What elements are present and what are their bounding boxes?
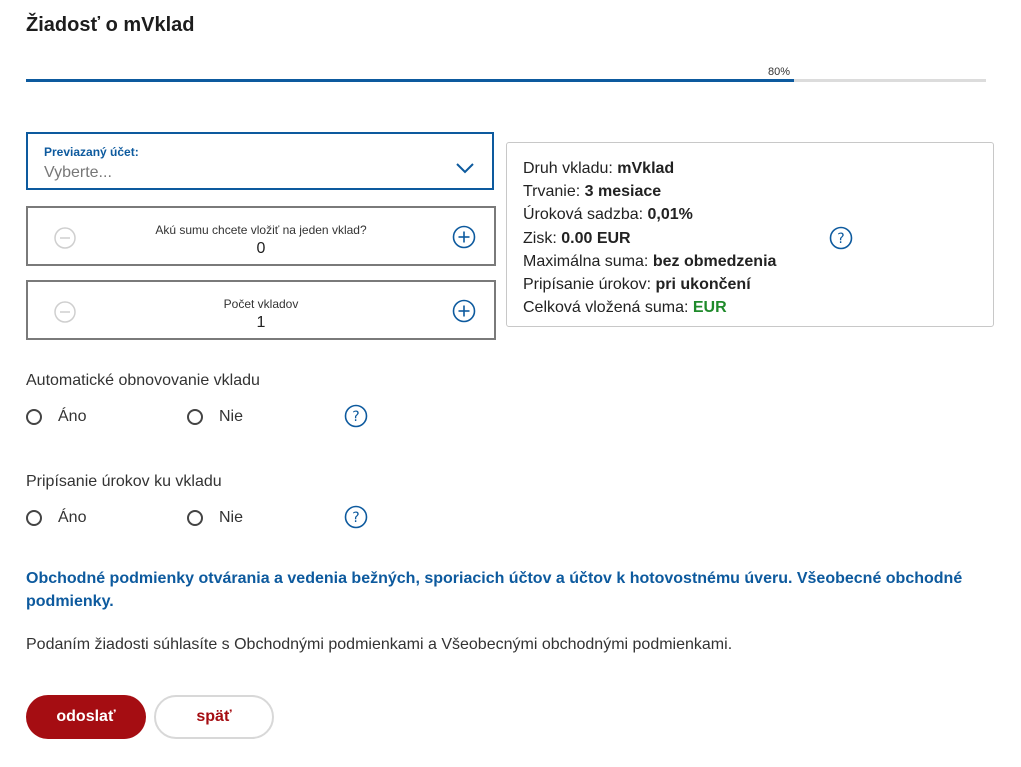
summary-profit: Zisk: 0.00 EUR	[523, 229, 631, 247]
amount-stepper[interactable]: Akú sumu chcete vložiť na jeden vklad? 0	[26, 206, 496, 266]
submit-button[interactable]: odoslať	[26, 695, 146, 739]
back-button[interactable]: späť	[154, 695, 274, 739]
help-icon[interactable]: ?	[344, 505, 368, 529]
summary-interest: Pripísanie úrokov: pri ukončení	[523, 276, 751, 294]
plus-icon[interactable]	[452, 225, 476, 249]
auto-renewal-no-radio[interactable]: Nie	[187, 408, 243, 426]
linked-account-label: Previazaný účet:	[44, 145, 139, 159]
summary-total: Celková vložená suma: EUR	[523, 299, 727, 317]
deposit-summary-box: Druh vkladu: mVklad Trvanie: 3 mesiace Ú…	[506, 142, 994, 327]
radio-circle[interactable]	[26, 510, 42, 526]
count-stepper[interactable]: Počet vkladov 1	[26, 280, 496, 340]
summary-rate: Úroková sadzba: 0,01%	[523, 206, 693, 224]
auto-renewal-yes-radio[interactable]: Áno	[26, 408, 86, 426]
count-label: Počet vkladov	[223, 297, 299, 311]
progress-label: 80%	[768, 66, 791, 78]
interest-crediting-yes-radio[interactable]: Áno	[26, 509, 86, 527]
consent-text: Podaním žiadosti súhlasíte s Obchodnými …	[26, 636, 733, 653]
help-icon[interactable]: ?	[344, 404, 368, 428]
amount-label: Akú sumu chcete vložiť na jeden vklad?	[155, 223, 367, 237]
plus-icon[interactable]	[452, 299, 476, 323]
terms-link[interactable]: Obchodné podmienky otvárania a vedenia b…	[26, 567, 986, 613]
linked-account-select[interactable]: Previazaný účet: Vyberte...	[26, 132, 494, 190]
linked-account-placeholder: Vyberte...	[44, 164, 112, 181]
summary-type: Druh vkladu: mVklad	[523, 160, 675, 177]
count-value[interactable]: 1	[28, 314, 494, 332]
svg-text:?: ?	[352, 510, 359, 526]
auto-renewal-label: Automatické obnovovanie vkladu	[26, 372, 260, 389]
summary-max: Maximálna suma: bez obmedzenia	[523, 252, 777, 270]
help-icon[interactable]: ?	[829, 226, 853, 250]
svg-text:?: ?	[837, 231, 844, 247]
summary-duration: Trvanie: 3 mesiace	[523, 183, 662, 201]
radio-circle[interactable]	[187, 409, 203, 425]
interest-crediting-no-radio[interactable]: Nie	[187, 509, 243, 527]
svg-text:?: ?	[352, 409, 359, 425]
amount-value[interactable]: 0	[28, 240, 494, 258]
progress-bar	[26, 79, 986, 82]
interest-crediting-label: Pripísanie úrokov ku vkladu	[26, 473, 222, 490]
radio-circle[interactable]	[26, 409, 42, 425]
page-title: Žiadosť o mVklad	[26, 14, 195, 36]
radio-circle[interactable]	[187, 510, 203, 526]
chevron-down-icon	[456, 163, 474, 174]
progress-fill	[26, 79, 794, 82]
